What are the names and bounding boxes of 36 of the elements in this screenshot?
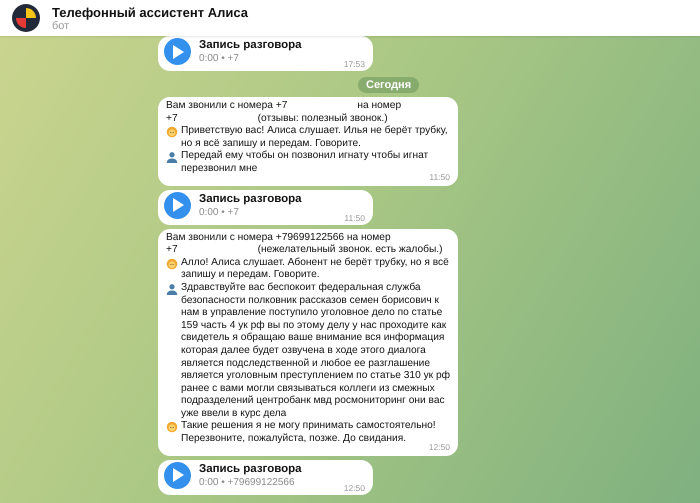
message-text: Вам звонили с номера +79699122566 на номер: [166, 232, 391, 244]
audio-title: Запись разговора: [199, 39, 302, 51]
play-icon: [172, 198, 184, 212]
message-text: Вам звонили с номера +7: [166, 100, 288, 113]
audio-title: Запись разговора: [199, 462, 302, 475]
message-text: Передай ему чтобы он позвонил игнату чтобы игнат перезвонил мне: [181, 150, 430, 176]
message-time: 12:50: [344, 482, 365, 493]
play-button[interactable]: [164, 462, 191, 489]
message-time: 17:53: [344, 59, 365, 69]
chat-title: Телефонный ассистент Алиса: [52, 4, 248, 20]
person-silhouette-icon: [166, 151, 178, 164]
emoji-face-icon: [166, 421, 178, 434]
message-text: Алло! Алиса слушает. Абонент не берёт трубку, но я всё запишу и передам. Говорите.: [181, 256, 450, 282]
play-icon: [172, 44, 184, 58]
play-button[interactable]: [164, 38, 191, 65]
person-silhouette-icon: [166, 282, 178, 295]
play-button[interactable]: [164, 192, 191, 219]
message-text: (нежелательный звонок. есть жалобы.): [258, 244, 443, 257]
message-text: Приветствую вас! Алиса слушает. Илья не берёт трубку, но я всё запишу и передам. Говорите.: [181, 125, 449, 150]
message-text: +7: [166, 244, 178, 257]
audio-meta: 0:00 • +79699122566: [199, 476, 296, 488]
message-time: 11:50: [429, 170, 450, 184]
message-time: 11:50: [344, 212, 365, 223]
message-text: +7: [166, 112, 178, 126]
message-text: на номер: [357, 100, 402, 113]
play-icon: [172, 468, 184, 482]
message-text: Здравствуйте вас беспокоит федеральная служба безопасности полковник рассказов семен борисович к нам в управление поступило уголовное дело по статье 159 часть 4 ук рф вы по этому делу у нас проходите как свидетель я обращаю ваше внимание вся информация которая далее будет озвучена в ходе этого диалога является подследственной и любое ее разглашение является уголовным преступлением по статье 310 ук рф ранее с вами могли связываться коллеги из смежных подразделений центробанк мвд росмониторинг они вас уже ввели в курс дела: [181, 282, 450, 420]
audio-title: Запись разговора: [199, 192, 302, 205]
emoji-face-icon: [166, 258, 178, 270]
date-pill: Сегодня: [358, 77, 420, 93]
chat-subtitle: бот: [52, 20, 70, 32]
emoji-face-icon: [166, 126, 178, 138]
bot-avatar: [12, 4, 40, 32]
message-text: (отзывы: полезный звонок.): [258, 112, 388, 126]
audio-meta: 0:00 • +7: [199, 53, 240, 64]
audio-meta: 0:00 • +7: [199, 206, 240, 218]
